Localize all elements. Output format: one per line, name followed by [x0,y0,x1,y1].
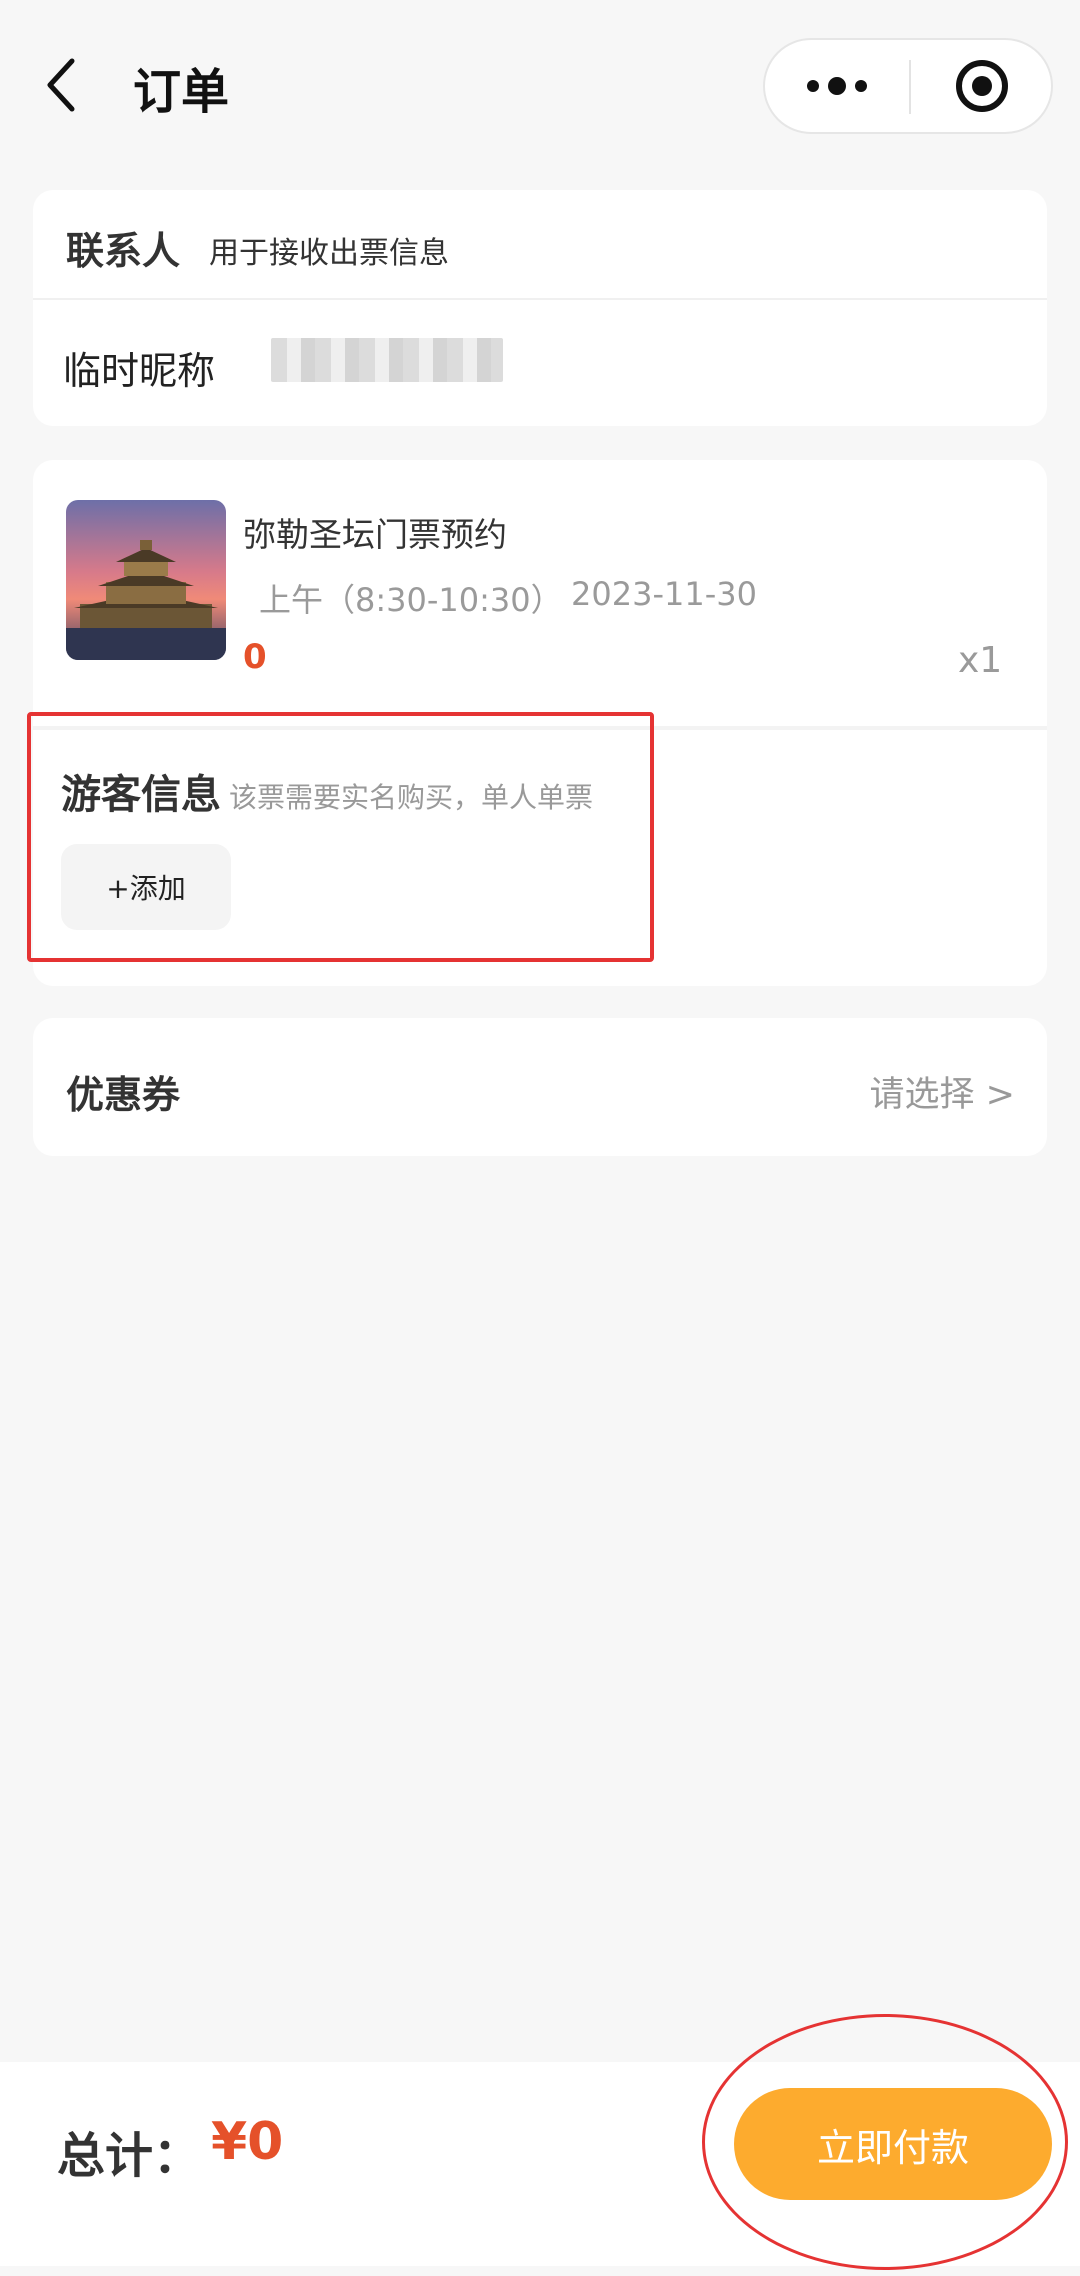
coupon-card[interactable]: 优惠券 请选择 > [33,1018,1047,1156]
ticket-thumbnail [66,500,226,660]
contact-title: 联系人 [66,229,181,273]
page-title: 订单 [133,64,230,120]
coupon-title: 优惠券 [66,1073,181,1117]
ticket-price: 0 [243,637,267,677]
nickname-value-redacted [271,338,503,382]
visitor-info-subtitle: 该票需要实名购买，单人单票 [229,781,594,814]
total-amount: ¥0 [211,2112,284,2172]
order-page: 订单 联系人 用于接收出票信息 临时昵称 弥勒圣坛门票预约 上午（8:30-10… [0,0,1080,2276]
visitor-info-title: 游客信息 [61,772,221,818]
contact-header: 联系人 用于接收出票信息 [33,190,1047,300]
ticket-time-slot: 上午（8:30-10:30） [259,581,563,619]
contact-subtitle: 用于接收出票信息 [209,236,449,271]
chevron-left-icon [47,58,75,112]
ticket-date: 2023-11-30 [571,575,757,613]
checkout-bar: 总计： ¥0 立即付款 [0,2062,1080,2266]
nav-bar: 订单 [0,0,1080,175]
divider [33,726,1047,730]
coupon-select-link[interactable]: 请选择 > [870,1066,1015,1117]
nickname-label: 临时昵称 [63,349,216,393]
ticket-quantity: x1 [958,640,1003,681]
ticket-card: 弥勒圣坛门票预约 上午（8:30-10:30） 2023-11-30 0 x1 … [33,460,1047,986]
pay-now-button[interactable]: 立即付款 [734,2088,1052,2200]
contact-card: 联系人 用于接收出票信息 临时昵称 [33,190,1047,426]
add-visitor-button[interactable]: +添加 [61,844,231,930]
more-button[interactable] [765,40,909,132]
total-label: 总计： [57,2128,202,2184]
ticket-name: 弥勒圣坛门票预约 [243,515,507,554]
more-dots-icon [807,77,867,95]
close-miniprogram-button[interactable] [911,40,1053,132]
target-icon [956,60,1008,112]
back-button[interactable] [40,55,90,115]
mini-program-capsule [763,38,1053,134]
